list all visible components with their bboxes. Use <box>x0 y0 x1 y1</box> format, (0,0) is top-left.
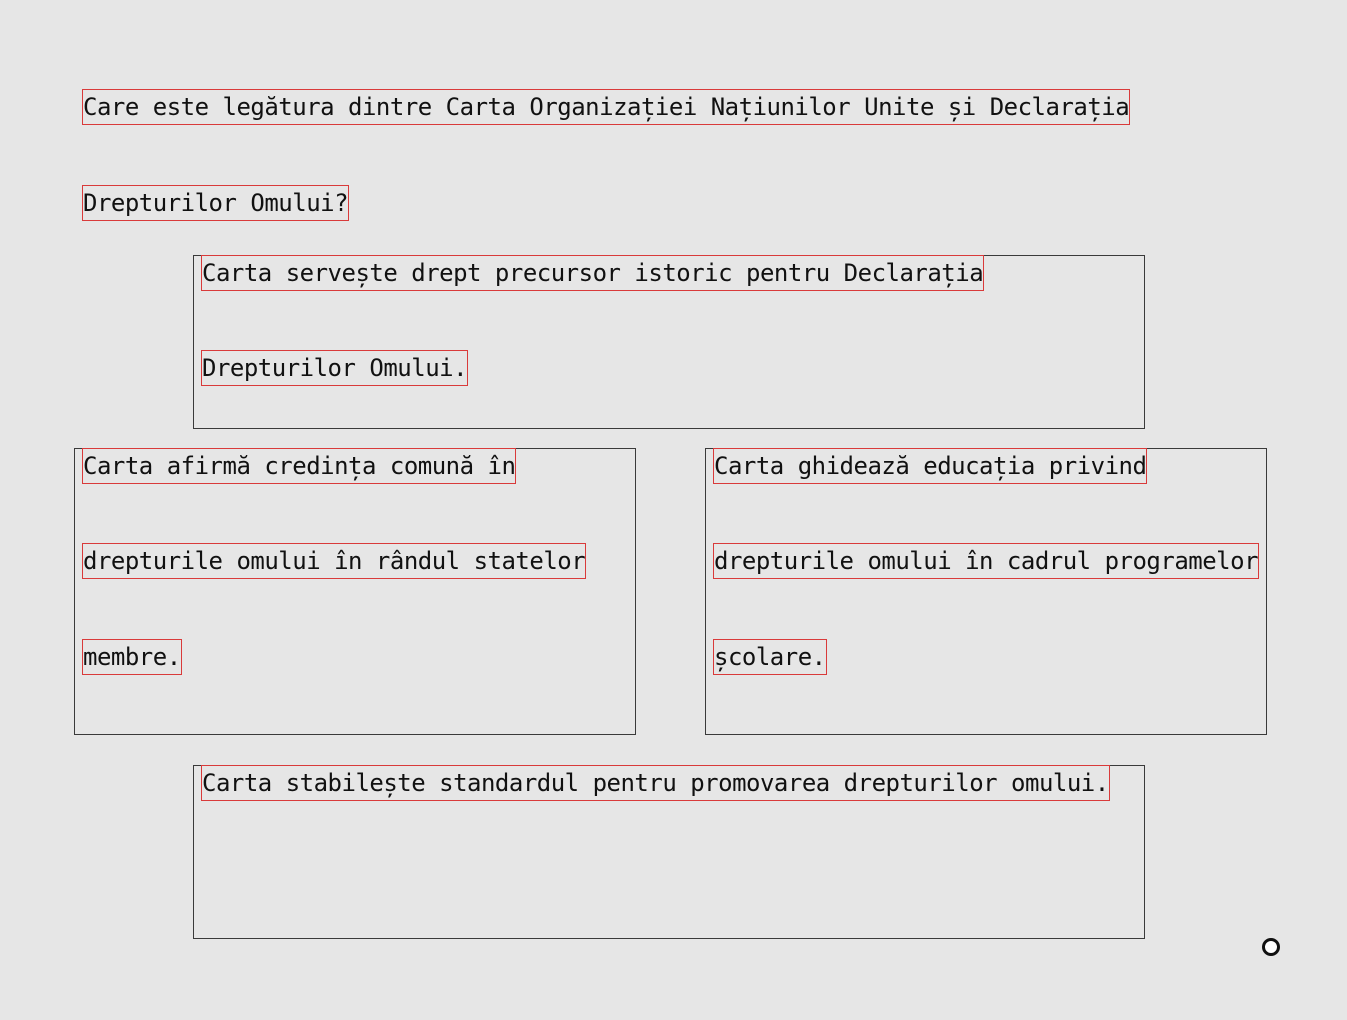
answer-option-c-line-1: Carta ghidează educația privind <box>712 448 1148 484</box>
answer-option-b[interactable]: Carta afirmă credința comună în drepturi… <box>74 448 636 735</box>
answer-option-b-line-2: drepturile omului în rândul statelor <box>81 543 587 579</box>
answer-option-a-line-1: Carta servește drept precursor istoric p… <box>200 255 985 291</box>
question-text-line-1: Care este legătura dintre Carta Organiza… <box>81 89 1131 125</box>
answer-option-d[interactable]: Carta stabilește standardul pentru promo… <box>193 765 1145 939</box>
answer-option-d-line-1: Carta stabilește standardul pentru promo… <box>201 765 1110 801</box>
answer-option-a[interactable]: Carta servește drept precursor istoric p… <box>193 255 1145 429</box>
answer-option-b-line-3: membre. <box>82 639 182 675</box>
answer-option-c-line-2: drepturile omului în cadrul programelor <box>712 543 1260 579</box>
circle-cursor-icon <box>1262 938 1280 956</box>
answer-option-c-line-3: școlare. <box>713 639 827 675</box>
answer-option-b-line-1: Carta afirmă credința comună în <box>81 448 517 484</box>
question-text-line-2: Drepturilor Omului? <box>81 185 350 221</box>
answer-option-a-line-2: Drepturilor Omului. <box>200 350 469 386</box>
answer-option-c[interactable]: Carta ghidează educația privind drepturi… <box>705 448 1267 735</box>
